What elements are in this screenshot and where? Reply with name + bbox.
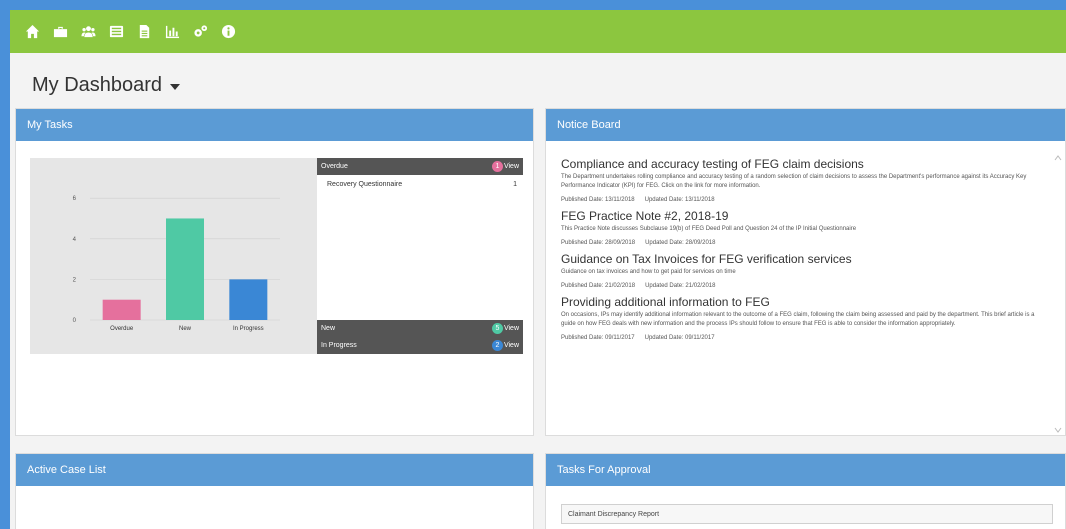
overdue-label: Overdue: [321, 163, 348, 170]
caret-down-icon: [170, 83, 181, 90]
published-date: Published Date: 13/11/2018: [561, 197, 635, 203]
active-case-list-panel: Active Case List: [15, 453, 534, 529]
notice-title-link[interactable]: FEG Practice Note #2, 2018-19: [561, 209, 1047, 223]
approval-item[interactable]: Claimant Discrepancy Report: [561, 504, 1053, 524]
published-date: Published Date: 28/09/2018: [561, 240, 636, 246]
notice-item: Providing additional information to FEG …: [561, 295, 1047, 341]
x-tick-label: New: [179, 326, 192, 332]
x-tick-label: Overdue: [110, 326, 134, 332]
notice-description: On occasions, IPs may identify additiona…: [561, 312, 1035, 327]
tasks-chart: 0 2 4 6 Overdue New In Progress: [30, 158, 317, 354]
notice-description: This Practice Note discusses Subclause 1…: [561, 226, 857, 232]
updated-date: Updated Date: 09/11/2017: [644, 335, 715, 341]
users-icon[interactable]: [78, 22, 98, 42]
page-title-dropdown[interactable]: My Dashboard: [32, 74, 181, 97]
bar-chart-icon[interactable]: [162, 22, 182, 42]
tasks-for-approval-header: Tasks For Approval: [546, 454, 1065, 486]
overdue-count-badge: 1: [492, 161, 503, 172]
scroll-up-icon[interactable]: [1054, 149, 1062, 161]
task-summary: Overdue 1 View Recovery Questionnaire 1 …: [317, 158, 523, 354]
notice-item: Compliance and accuracy testing of FEG c…: [561, 157, 1047, 203]
overdue-view-link[interactable]: View: [504, 163, 519, 170]
briefcase-icon[interactable]: [50, 22, 70, 42]
active-case-list-header: Active Case List: [16, 454, 533, 486]
tasks-for-approval-panel: Tasks For Approval Claimant Discrepancy …: [545, 453, 1066, 529]
task-item-count: 1: [513, 181, 517, 188]
notice-item: FEG Practice Note #2, 2018-19 This Pract…: [561, 209, 1047, 246]
in-progress-view-link[interactable]: View: [504, 342, 519, 349]
notice-dates: Published Date: 21/02/2018 Updated Date:…: [561, 283, 1047, 289]
my-tasks-panel: My Tasks 0 2 4 6 Overdue New In Progress Overd…: [15, 108, 534, 436]
task-list-item[interactable]: Recovery Questionnaire 1: [317, 175, 523, 193]
x-tick-label: In Progress: [233, 326, 264, 332]
new-row: New 5 View: [317, 320, 523, 337]
published-date: Published Date: 09/11/2017: [561, 335, 635, 341]
y-tick-label: 2: [73, 277, 77, 283]
y-tick-label: 6: [73, 196, 77, 202]
document-icon[interactable]: [134, 22, 154, 42]
chart-bar: [102, 299, 141, 320]
notice-title-link[interactable]: Guidance on Tax Invoices for FEG verific…: [561, 252, 1047, 266]
updated-date: Updated Date: 21/02/2018: [645, 283, 716, 289]
chart-bar: [229, 279, 268, 320]
notice-title-link[interactable]: Compliance and accuracy testing of FEG c…: [561, 157, 1047, 171]
notice-board-header: Notice Board: [546, 109, 1065, 141]
new-view-link[interactable]: View: [504, 325, 519, 332]
page-title: My Dashboard: [32, 74, 163, 96]
in-progress-label: In Progress: [321, 342, 357, 349]
new-count-badge: 5: [492, 323, 503, 334]
in-progress-count-badge: 2: [492, 340, 503, 351]
notice-dates: Published Date: 28/09/2018 Updated Date:…: [561, 240, 1047, 246]
published-date: Published Date: 21/02/2018: [561, 283, 636, 289]
task-item-label: Recovery Questionnaire: [327, 181, 403, 188]
notice-description: The Department undertakes rolling compli…: [561, 174, 1027, 189]
notice-dates: Published Date: 13/11/2018 Updated Date:…: [561, 197, 1047, 203]
my-tasks-header: My Tasks: [16, 109, 533, 141]
notice-list: Compliance and accuracy testing of FEG c…: [561, 157, 1047, 347]
list-icon[interactable]: [106, 22, 126, 42]
top-nav-bar: [10, 10, 1066, 53]
notice-title-link[interactable]: Providing additional information to FEG: [561, 295, 1047, 309]
y-tick-label: 0: [73, 318, 77, 324]
settings-icon[interactable]: [190, 22, 210, 42]
chart-bar: [166, 218, 204, 320]
home-icon[interactable]: [22, 22, 42, 42]
notice-description: Guidance on tax invoices and how to get …: [561, 269, 736, 275]
updated-date: Updated Date: 13/11/2018: [644, 197, 715, 203]
y-tick-label: 4: [73, 237, 77, 243]
scroll-down-icon[interactable]: [1054, 421, 1062, 433]
notice-board-panel: Notice Board Compliance and accuracy tes…: [545, 108, 1066, 436]
overdue-row: Overdue 1 View: [317, 158, 523, 175]
tasks-bar-chart: 0 2 4 6 Overdue New In Progress: [73, 196, 280, 332]
app-frame: My Dashboard My Tasks 0 2 4 6 Overdue New In P…: [10, 10, 1066, 529]
in-progress-row: In Progress 2 View: [317, 337, 523, 354]
info-icon[interactable]: [218, 22, 238, 42]
updated-date: Updated Date: 28/09/2018: [645, 240, 716, 246]
notice-dates: Published Date: 09/11/2017 Updated Date:…: [561, 335, 1047, 341]
notice-item: Guidance on Tax Invoices for FEG verific…: [561, 252, 1047, 289]
new-label: New: [321, 325, 336, 332]
